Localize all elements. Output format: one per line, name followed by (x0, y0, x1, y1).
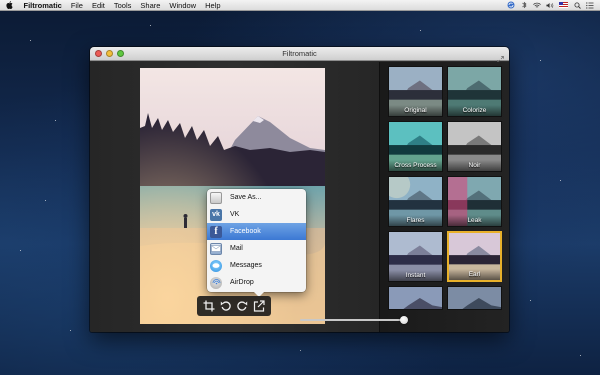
filter-thumb-10[interactable] (447, 286, 502, 310)
volume-icon[interactable] (546, 2, 554, 9)
minimize-icon[interactable] (106, 50, 113, 57)
share-item-label: Mail (230, 245, 243, 252)
share-item-label: VK (230, 211, 240, 218)
title-bar[interactable]: Filtromatic (90, 47, 509, 63)
menu-edit[interactable]: Edit (87, 0, 109, 11)
share-icon[interactable] (252, 300, 265, 313)
edit-toolbar (197, 296, 271, 316)
share-item-label: Messages (230, 262, 262, 269)
mail-icon (210, 242, 222, 255)
filter-thumb-original[interactable]: Original (388, 66, 443, 117)
messages-icon (210, 259, 222, 272)
share-item-mail[interactable]: Mail (207, 240, 306, 257)
search-icon[interactable] (573, 2, 581, 9)
share-item-save-as[interactable]: Save As... (207, 189, 306, 206)
filter-label: Instant (389, 270, 442, 281)
filter-thumb-leak[interactable]: Leak (447, 176, 502, 227)
rotate-right-icon[interactable] (236, 300, 249, 313)
filter-label: Original (389, 105, 442, 116)
filters-panel: Original Colorize Cross Process Noir Fla… (379, 62, 509, 332)
menu-tools[interactable]: Tools (109, 0, 136, 11)
filter-thumb-earl[interactable]: Earl (447, 231, 502, 282)
filter-label: Noir (448, 160, 501, 171)
zoom-icon[interactable] (117, 50, 124, 57)
menu-file[interactable]: File (66, 0, 87, 11)
slider-knob[interactable] (400, 316, 408, 324)
fullscreen-icon[interactable] (497, 50, 504, 63)
filter-thumb-flares[interactable]: Flares (388, 176, 443, 227)
filter-label: Flares (389, 215, 442, 226)
share-item-vk[interactable]: vk VK (207, 206, 306, 223)
menu-share[interactable]: Share (136, 0, 165, 11)
window-title: Filtromatic (282, 49, 317, 58)
share-item-messages[interactable]: Messages (207, 257, 306, 274)
filter-thumb-9[interactable] (388, 286, 443, 310)
filter-thumb-instant[interactable]: Instant (388, 231, 443, 282)
apple-icon[interactable] (5, 1, 13, 10)
share-item-label: AirDrop (230, 279, 254, 286)
menu-app-name[interactable]: Filtromatic (19, 0, 66, 11)
share-item-label: Facebook (230, 228, 261, 235)
menu-bar: Filtromatic File Edit Tools Share Window… (0, 0, 600, 11)
intensity-slider[interactable] (300, 316, 408, 324)
filter-label: Leak (448, 215, 501, 226)
close-icon[interactable] (95, 50, 102, 57)
filter-label: Colorize (448, 105, 501, 116)
filter-thumb-colorize[interactable]: Colorize (447, 66, 502, 117)
share-menu: Save As... vk VK f Facebook Mail Message… (207, 189, 306, 297)
input-source-flag-icon[interactable] (559, 2, 568, 8)
sync-icon[interactable] (507, 1, 515, 9)
vk-icon: vk (210, 208, 222, 221)
share-item-airdrop[interactable]: AirDrop (207, 274, 306, 291)
share-item-label: Save As... (230, 194, 262, 201)
rotate-left-icon[interactable] (219, 300, 232, 313)
wifi-icon[interactable] (533, 2, 541, 9)
bluetooth-icon[interactable] (520, 1, 528, 9)
menu-help[interactable]: Help (201, 0, 225, 11)
crop-icon[interactable] (203, 300, 216, 313)
notification-list-icon[interactable] (586, 1, 594, 9)
filter-label: Earl (449, 269, 500, 280)
filter-thumb-cross-process[interactable]: Cross Process (388, 121, 443, 172)
menu-window[interactable]: Window (165, 0, 201, 11)
filter-label: Cross Process (389, 160, 442, 171)
facebook-icon: f (210, 225, 222, 238)
filter-thumb-noir[interactable]: Noir (447, 121, 502, 172)
share-item-facebook[interactable]: f Facebook (207, 223, 306, 240)
airdrop-icon (210, 276, 222, 289)
save-icon (210, 191, 222, 204)
